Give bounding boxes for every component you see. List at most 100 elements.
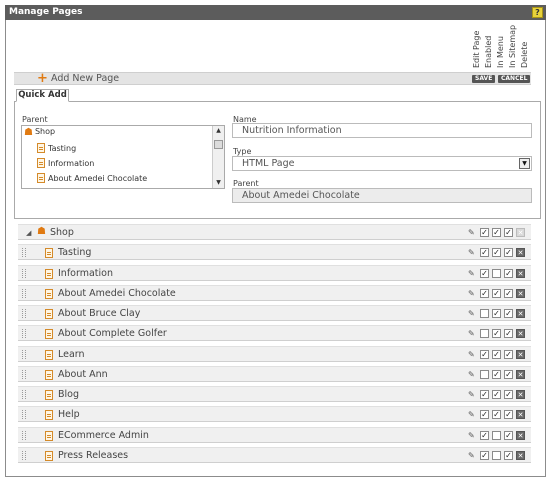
cancel-button[interactable]: CANCEL bbox=[498, 75, 531, 83]
edit-pencil-icon[interactable]: ✎ bbox=[468, 228, 475, 237]
drag-handle-icon[interactable] bbox=[22, 329, 26, 339]
delete-icon[interactable]: ✕ bbox=[516, 369, 525, 379]
enabled-checkbox[interactable]: ✓ bbox=[480, 288, 489, 298]
page-title[interactable]: Help bbox=[58, 407, 80, 422]
enabled-checkbox[interactable] bbox=[480, 329, 489, 339]
enabled-checkbox[interactable]: ✓ bbox=[480, 268, 489, 278]
page-row[interactable]: Help ✎ ✓ ✓ ✓ ✕ bbox=[18, 406, 531, 423]
chevron-down-icon[interactable]: ▼ bbox=[519, 158, 530, 169]
enabled-checkbox[interactable] bbox=[480, 369, 489, 379]
scroll-down-icon[interactable]: ▼ bbox=[213, 178, 224, 188]
in-menu-checkbox[interactable] bbox=[492, 430, 501, 440]
in-sitemap-checkbox[interactable]: ✓ bbox=[504, 288, 513, 298]
in-menu-checkbox[interactable] bbox=[492, 450, 501, 460]
in-menu-checkbox[interactable]: ✓ bbox=[492, 228, 501, 237]
help-icon[interactable]: ? bbox=[532, 7, 543, 18]
edit-pencil-icon[interactable]: ✎ bbox=[468, 248, 475, 257]
page-row[interactable]: Information ✎ ✓ ✓ ✕ bbox=[18, 264, 531, 281]
drag-handle-icon[interactable] bbox=[22, 268, 26, 278]
delete-icon[interactable]: ✕ bbox=[516, 410, 525, 420]
in-sitemap-checkbox[interactable]: ✓ bbox=[504, 390, 513, 399]
enabled-checkbox[interactable]: ✓ bbox=[480, 390, 489, 399]
in-sitemap-checkbox[interactable]: ✓ bbox=[504, 410, 513, 420]
in-sitemap-checkbox[interactable]: ✓ bbox=[504, 268, 513, 278]
page-row[interactable]: Tasting ✎ ✓ ✓ ✓ ✕ bbox=[18, 244, 531, 261]
page-row[interactable]: Blog ✎ ✓ ✓ ✓ ✕ bbox=[18, 386, 531, 402]
delete-icon[interactable]: ✕ bbox=[516, 349, 525, 359]
tree-item-shop[interactable]: ☗ Shop bbox=[24, 127, 55, 138]
page-title[interactable]: Information bbox=[58, 266, 113, 281]
drag-handle-icon[interactable] bbox=[22, 309, 26, 318]
tree-scrollbar[interactable]: ▲ ▼ bbox=[212, 126, 224, 188]
in-sitemap-checkbox[interactable]: ✓ bbox=[504, 309, 513, 318]
page-row[interactable]: About Ann ✎ ✓ ✓ ✕ bbox=[18, 365, 531, 382]
edit-pencil-icon[interactable]: ✎ bbox=[468, 410, 475, 419]
delete-icon[interactable]: ✕ bbox=[516, 430, 525, 440]
edit-pencil-icon[interactable]: ✎ bbox=[468, 309, 475, 318]
drag-handle-icon[interactable] bbox=[22, 369, 26, 379]
drag-handle-icon[interactable] bbox=[22, 349, 26, 359]
edit-pencil-icon[interactable]: ✎ bbox=[468, 390, 475, 399]
in-menu-checkbox[interactable]: ✓ bbox=[492, 248, 501, 258]
edit-pencil-icon[interactable]: ✎ bbox=[468, 370, 475, 379]
in-sitemap-checkbox[interactable]: ✓ bbox=[504, 450, 513, 460]
name-input[interactable]: Nutrition Information bbox=[232, 123, 532, 138]
scroll-up-icon[interactable]: ▲ bbox=[213, 126, 224, 136]
page-title[interactable]: Tasting bbox=[58, 245, 91, 260]
in-sitemap-checkbox[interactable]: ✓ bbox=[504, 349, 513, 359]
drag-handle-icon[interactable] bbox=[22, 390, 26, 399]
page-title[interactable]: Learn bbox=[58, 347, 85, 362]
page-title[interactable]: About Ann bbox=[58, 367, 108, 382]
in-sitemap-checkbox[interactable]: ✓ bbox=[504, 369, 513, 379]
in-menu-checkbox[interactable]: ✓ bbox=[492, 288, 501, 298]
page-row[interactable]: ECommerce Admin ✎ ✓ ✓ ✕ bbox=[18, 426, 531, 443]
expand-triangle-icon[interactable]: ◢ bbox=[26, 227, 31, 239]
save-button[interactable]: SAVE bbox=[472, 75, 496, 83]
page-title[interactable]: Press Releases bbox=[58, 448, 128, 463]
enabled-checkbox[interactable]: ✓ bbox=[480, 228, 489, 237]
edit-pencil-icon[interactable]: ✎ bbox=[468, 329, 475, 338]
in-menu-checkbox[interactable]: ✓ bbox=[492, 309, 501, 318]
parent-tree[interactable]: ☗ Shop Tasting Information About Amedei C… bbox=[21, 125, 225, 189]
edit-pencil-icon[interactable]: ✎ bbox=[468, 289, 475, 298]
drag-handle-icon[interactable] bbox=[22, 450, 26, 460]
in-menu-checkbox[interactable]: ✓ bbox=[492, 369, 501, 379]
page-row[interactable]: Press Releases ✎ ✓ ✓ ✕ bbox=[18, 446, 531, 463]
delete-icon[interactable]: ✕ bbox=[516, 288, 525, 298]
add-new-page-bar[interactable]: + Add New Page SAVE CANCEL bbox=[14, 72, 531, 86]
in-sitemap-checkbox[interactable]: ✓ bbox=[504, 248, 513, 258]
delete-icon[interactable]: ✕ bbox=[516, 390, 525, 399]
page-title[interactable]: About Complete Golfer bbox=[58, 326, 167, 341]
drag-handle-icon[interactable] bbox=[22, 248, 26, 258]
in-sitemap-checkbox[interactable]: ✓ bbox=[504, 228, 513, 237]
page-title[interactable]: About Amedei Chocolate bbox=[58, 286, 176, 301]
scroll-thumb[interactable] bbox=[214, 140, 223, 149]
tab-quick-add[interactable]: Quick Add bbox=[16, 89, 69, 102]
page-row[interactable]: ◢ ☗ Shop ✎ ✓ ✓ ✓ ✕ bbox=[18, 224, 531, 240]
in-menu-checkbox[interactable]: ✓ bbox=[492, 329, 501, 339]
tree-item-information[interactable]: Information bbox=[37, 158, 94, 168]
enabled-checkbox[interactable]: ✓ bbox=[480, 410, 489, 420]
delete-icon[interactable]: ✕ bbox=[516, 248, 525, 258]
in-sitemap-checkbox[interactable]: ✓ bbox=[504, 430, 513, 440]
page-row[interactable]: Learn ✎ ✓ ✓ ✓ ✕ bbox=[18, 345, 531, 362]
drag-handle-icon[interactable] bbox=[22, 410, 26, 420]
page-title[interactable]: Blog bbox=[58, 387, 79, 402]
in-sitemap-checkbox[interactable]: ✓ bbox=[504, 329, 513, 339]
page-row[interactable]: About Bruce Clay ✎ ✓ ✓ ✕ bbox=[18, 305, 531, 321]
in-menu-checkbox[interactable] bbox=[492, 268, 501, 278]
page-title[interactable]: About Bruce Clay bbox=[58, 306, 140, 321]
edit-pencil-icon[interactable]: ✎ bbox=[468, 431, 475, 440]
page-row[interactable]: About Amedei Chocolate ✎ ✓ ✓ ✓ ✕ bbox=[18, 284, 531, 301]
enabled-checkbox[interactable]: ✓ bbox=[480, 450, 489, 460]
type-select[interactable]: HTML Page ▼ bbox=[232, 156, 532, 171]
in-menu-checkbox[interactable]: ✓ bbox=[492, 349, 501, 359]
drag-handle-icon[interactable] bbox=[22, 288, 26, 298]
in-menu-checkbox[interactable]: ✓ bbox=[492, 410, 501, 420]
tree-item-about-amedei[interactable]: About Amedei Chocolate bbox=[37, 173, 147, 183]
delete-icon[interactable]: ✕ bbox=[516, 329, 525, 339]
delete-icon[interactable]: ✕ bbox=[516, 450, 525, 460]
page-row[interactable]: About Complete Golfer ✎ ✓ ✓ ✕ bbox=[18, 325, 531, 342]
edit-pencil-icon[interactable]: ✎ bbox=[468, 350, 475, 359]
in-menu-checkbox[interactable]: ✓ bbox=[492, 390, 501, 399]
